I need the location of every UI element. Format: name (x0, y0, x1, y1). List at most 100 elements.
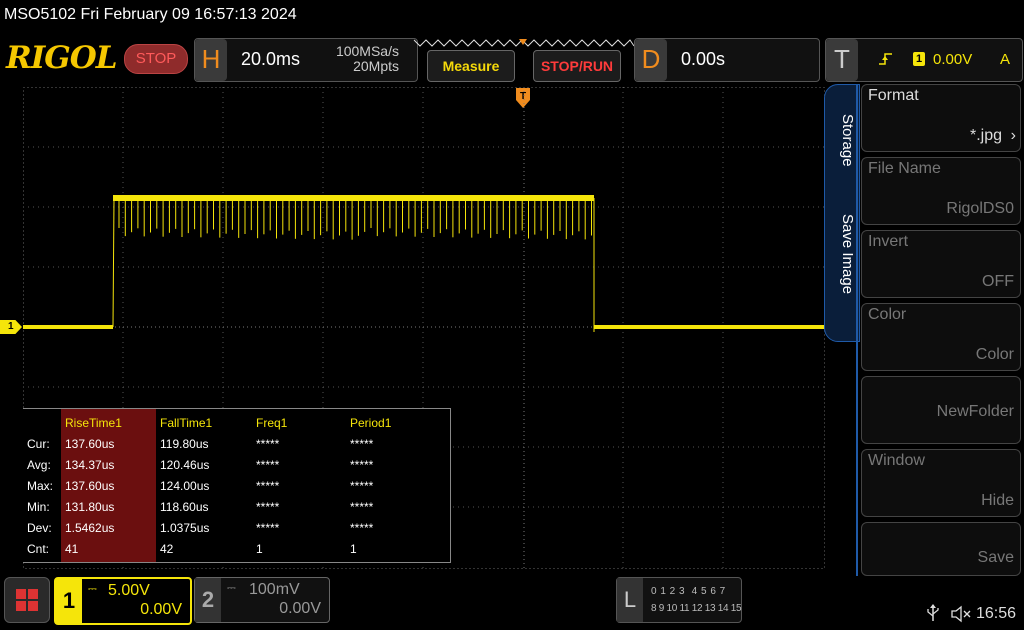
menu-value: *.jpg (969, 127, 1002, 144)
table-cell: ***** (256, 437, 280, 451)
table-row: Min: 131.80us 118.60us ***** ***** (23, 497, 450, 518)
table-cell: 137.60us (65, 437, 115, 451)
table-cell: ***** (256, 500, 280, 514)
ch2-settings[interactable]: 2 ⎓ 100mV 0.00V (194, 577, 330, 623)
format-menu-item[interactable]: Format *.jpg › (861, 84, 1021, 152)
menu-value: Color (975, 346, 1014, 363)
table-cell: 42 (160, 542, 174, 556)
rigol-logo: RIGOL (6, 40, 118, 76)
table-header-row: RiseTime1 FallTime1 Freq1 Period1 (23, 413, 450, 434)
column-header: RiseTime1 (65, 416, 122, 430)
measurement-table: RiseTime1 FallTime1 Freq1 Period1 Cur: 13… (23, 408, 451, 563)
table-cell: 1.0375us (160, 521, 210, 535)
table-cell: ***** (256, 521, 280, 535)
save-menu-item[interactable]: Save (861, 522, 1021, 576)
row-label: Cnt: (27, 542, 50, 556)
table-cell: 118.60us (160, 500, 209, 514)
speaker-muted-icon[interactable] (950, 605, 972, 623)
menu-label: Invert (868, 233, 909, 250)
storage-tab[interactable]: Storage (826, 114, 856, 167)
trigger-source-badge: 1 (913, 52, 925, 66)
clock-time: 16:56 (976, 605, 1017, 622)
menu-label: Color (868, 306, 907, 323)
horizontal-panel[interactable]: H 20.0ms 100MSa/s 20Mpts (194, 38, 418, 82)
table-cell: 119.80us (160, 437, 209, 451)
main-menu-button[interactable] (4, 577, 50, 623)
trigger-letter: T (826, 39, 858, 81)
column-header: FallTime1 (160, 416, 213, 430)
column-header: Period1 (350, 416, 392, 430)
trigger-level: 0.00V (933, 51, 973, 68)
invert-menu-item[interactable]: Invert OFF (861, 230, 1021, 298)
ch1-settings[interactable]: 1 ⎓ 5.00V 0.00V (54, 577, 192, 625)
table-cell: ***** (350, 500, 374, 514)
memory-depth: 20Mpts (353, 58, 399, 74)
table-cell: 137.60us (65, 479, 115, 493)
row-label: Avg: (27, 458, 51, 472)
menu-value: RigolDS0 (946, 200, 1014, 217)
table-cell: ***** (256, 458, 280, 472)
chevron-right-icon: › (1010, 127, 1016, 144)
table-cell: 120.46us (160, 458, 210, 472)
ch1-number: 1 (56, 579, 82, 623)
ch2-scale: 100mV (249, 581, 300, 598)
table-cell: 134.37us (65, 458, 115, 472)
menu-label: Format (868, 87, 919, 104)
menu-value: Save (977, 549, 1014, 566)
file-name-menu-item[interactable]: File Name RigolDS0 (861, 157, 1021, 225)
grid-menu-icon (16, 589, 38, 611)
ch2-number: 2 (195, 578, 221, 622)
row-label: Cur: (27, 437, 50, 451)
rising-edge-icon (879, 53, 892, 65)
horizontal-letter: H (195, 39, 227, 81)
table-row: Cnt: 41 42 1 1 (23, 539, 450, 560)
measure-button[interactable]: Measure (427, 50, 515, 82)
ch1-waveform (23, 195, 825, 332)
memory-position-strip (413, 39, 635, 47)
table-cell: ***** (256, 479, 280, 493)
table-cell: 1 (256, 542, 263, 556)
logic-letter: L (617, 578, 643, 622)
menu-value: OFF (982, 273, 1014, 290)
table-cell: ***** (350, 437, 374, 451)
trigger-panel[interactable]: T 1 0.00V A (825, 38, 1023, 82)
row-label: Min: (27, 500, 50, 514)
menu-value: NewFolder (936, 403, 1014, 420)
sample-rate: 100MSa/s (335, 43, 399, 59)
table-row: Cur: 137.60us 119.80us ***** ***** (23, 434, 450, 455)
table-cell: 41 (65, 542, 79, 556)
window-title: MSO5102 Fri February 09 16:57:13 2024 (4, 6, 297, 23)
table-cell: 1.5462us (65, 521, 115, 535)
delay-letter: D (635, 39, 667, 81)
logic-channels[interactable]: L 0 1 2 3 4 5 6 7 8 9 10 11 12 13 14 15 (616, 577, 742, 623)
logic-row-1: 0 1 2 3 4 5 6 7 (651, 586, 726, 597)
table-cell: 131.80us (65, 500, 115, 514)
ch1-offset-marker[interactable]: 1 (0, 320, 22, 334)
color-menu-item[interactable]: Color Color (861, 303, 1021, 371)
window-menu-item[interactable]: Window Hide (861, 449, 1021, 517)
new-folder-menu-item[interactable]: NewFolder (861, 376, 1021, 444)
table-cell: ***** (350, 521, 374, 535)
table-cell: ***** (350, 458, 374, 472)
save-image-tab[interactable]: Save Image (826, 214, 856, 294)
delay-panel[interactable]: D 0.00s (634, 38, 820, 82)
ch1-scale: 5.00V (108, 582, 150, 599)
table-cell: 1 (350, 542, 357, 556)
menu-divider (856, 84, 858, 576)
logic-row-2: 8 9 10 11 12 13 14 15 (651, 603, 742, 614)
dc-coupling-icon: ⎓ (88, 583, 97, 595)
trigger-mode: A (1000, 51, 1011, 68)
row-label: Dev: (27, 521, 52, 535)
column-header: Freq1 (256, 416, 288, 430)
ch2-offset: 0.00V (279, 600, 321, 617)
table-cell: 124.00us (160, 479, 210, 493)
ch1-offset: 0.00V (140, 601, 182, 618)
usb-icon (927, 604, 939, 621)
stop-run-button[interactable]: STOP/RUN (533, 50, 621, 82)
table-cell: ***** (350, 479, 374, 493)
menu-label: File Name (868, 160, 941, 177)
table-row: Avg: 134.37us 120.46us ***** ***** (23, 455, 450, 476)
run-status-button[interactable]: STOP (124, 44, 188, 74)
table-row: Dev: 1.5462us 1.0375us ***** ***** (23, 518, 450, 539)
menu-label: Window (868, 452, 925, 469)
